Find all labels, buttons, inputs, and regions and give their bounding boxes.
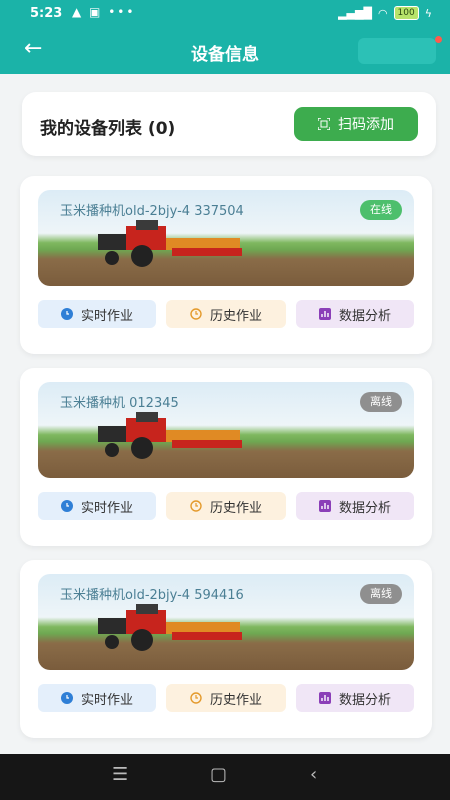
qr-scan-icon xyxy=(318,118,330,130)
app-screen: 5:23 ▲ ▣ ••• ▂▄▆█ ◠ 100 ϟ ← 设备信息 我的设备列表 … xyxy=(0,0,450,800)
status-bar: 5:23 ▲ ▣ ••• ▂▄▆█ ◠ 100 ϟ xyxy=(0,0,450,28)
app-bar: ← 设备信息 xyxy=(0,28,450,74)
scan-add-button[interactable]: 扫码添加 xyxy=(294,107,418,141)
history-label: 历史作业 xyxy=(209,308,262,324)
history-label: 历史作业 xyxy=(209,500,262,516)
clock-icon xyxy=(60,308,73,320)
system-nav-bar: ☰ ▢ ‹ xyxy=(0,754,450,800)
home-icon[interactable]: ▢ xyxy=(210,764,227,785)
chart-icon xyxy=(318,308,331,320)
device-banner: 玉米播种机old-2bjy-4 337504 在线 xyxy=(38,190,414,286)
history-button[interactable]: 历史作业 xyxy=(166,492,286,520)
chart-icon xyxy=(318,692,331,704)
notification-dot xyxy=(435,36,442,43)
history-button[interactable]: 历史作业 xyxy=(166,684,286,712)
realtime-label: 实时作业 xyxy=(80,308,133,324)
analysis-label: 数据分析 xyxy=(338,500,391,516)
notification-icons: ▲ ▣ ••• xyxy=(72,5,136,19)
chart-icon xyxy=(318,500,331,512)
history-button[interactable]: 历史作业 xyxy=(166,300,286,328)
realtime-label: 实时作业 xyxy=(80,692,133,708)
history-icon xyxy=(190,308,202,320)
history-icon xyxy=(190,692,202,704)
device-actions: 实时作业 历史作业 数据分析 xyxy=(38,492,414,520)
device-list-header: 我的设备列表 (0) 扫码添加 xyxy=(22,92,436,156)
realtime-button[interactable]: 实时作业 xyxy=(38,492,156,520)
device-name: 玉米播种机old-2bjy-4 337504 xyxy=(60,204,244,219)
analysis-button[interactable]: 数据分析 xyxy=(296,684,414,712)
wifi-icon: ◠ xyxy=(377,6,388,20)
status-badge: 在线 xyxy=(360,200,402,220)
clock-icon xyxy=(60,500,73,512)
recents-icon[interactable]: ☰ xyxy=(112,764,128,785)
analysis-button[interactable]: 数据分析 xyxy=(296,492,414,520)
back-icon[interactable]: ‹ xyxy=(310,764,317,785)
device-banner: 玉米播种机 012345 离线 xyxy=(38,382,414,478)
device-card[interactable]: 玉米播种机old-2bjy-4 337504 在线 实时作业 历史作业 数据分析 xyxy=(20,176,432,354)
charging-icon: ϟ xyxy=(424,6,432,20)
status-badge: 离线 xyxy=(360,392,402,412)
analysis-label: 数据分析 xyxy=(338,308,391,324)
analysis-button[interactable]: 数据分析 xyxy=(296,300,414,328)
status-right-icons: ▂▄▆█ ◠ 100 ϟ xyxy=(338,6,432,20)
battery-icon: 100 xyxy=(393,6,419,20)
device-name: 玉米播种机 012345 xyxy=(60,396,179,411)
device-card[interactable]: 玉米播种机old-2bjy-4 594416 离线 实时作业 历史作业 数据分析 xyxy=(20,560,432,738)
device-banner: 玉米播种机old-2bjy-4 594416 离线 xyxy=(38,574,414,670)
history-label: 历史作业 xyxy=(209,692,262,708)
device-actions: 实时作业 历史作业 数据分析 xyxy=(38,684,414,712)
device-actions: 实时作业 历史作业 数据分析 xyxy=(38,300,414,328)
realtime-label: 实时作业 xyxy=(80,500,133,516)
realtime-button[interactable]: 实时作业 xyxy=(38,300,156,328)
analysis-label: 数据分析 xyxy=(338,692,391,708)
appbar-action-button[interactable] xyxy=(358,38,436,64)
scan-add-label: 扫码添加 xyxy=(338,117,394,133)
signal-icon: ▂▄▆█ xyxy=(338,6,372,20)
status-time: 5:23 xyxy=(30,6,63,21)
history-icon xyxy=(190,500,202,512)
status-badge: 离线 xyxy=(360,584,402,604)
device-card[interactable]: 玉米播种机 012345 离线 实时作业 历史作业 数据分析 xyxy=(20,368,432,546)
device-name: 玉米播种机old-2bjy-4 594416 xyxy=(60,588,244,603)
clock-icon xyxy=(60,692,73,704)
device-list-title: 我的设备列表 (0) xyxy=(40,119,176,139)
realtime-button[interactable]: 实时作业 xyxy=(38,684,156,712)
